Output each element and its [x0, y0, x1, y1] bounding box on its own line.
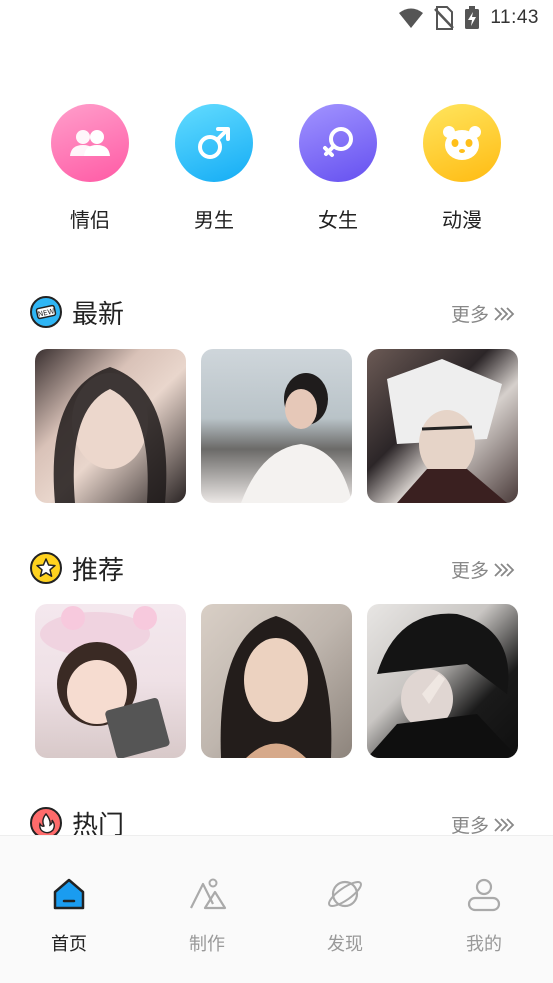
couple-icon — [51, 104, 129, 182]
category-label: 情侣 — [70, 208, 110, 232]
double-chevron-right-icon — [494, 562, 515, 577]
home-icon — [53, 878, 85, 910]
tab-create[interactable]: 制作 — [157, 874, 257, 956]
more-label: 更多 — [450, 560, 489, 582]
category-couple[interactable]: 情侣 — [35, 104, 145, 233]
star-icon — [30, 552, 62, 584]
section-title: 最新 — [72, 300, 125, 330]
avatar-thumbnail[interactable] — [201, 349, 352, 503]
tab-label: 我的 — [466, 934, 502, 955]
avatar-thumbnail[interactable] — [201, 604, 352, 758]
more-link[interactable]: 更多 — [451, 300, 515, 327]
more-link[interactable]: 更多 — [451, 556, 515, 583]
recommend-thumbnail-row — [35, 604, 519, 758]
latest-thumbnail-row — [35, 349, 519, 503]
tab-label: 制作 — [189, 934, 225, 955]
more-label: 更多 — [450, 304, 489, 326]
bottom-tab-bar: 首页 制作 发现 我的 — [0, 835, 553, 983]
avatar-thumbnail[interactable] — [35, 604, 186, 758]
section-recommend-header: 推荐 更多 — [0, 548, 553, 588]
user-icon — [467, 878, 501, 912]
male-icon — [175, 104, 253, 182]
female-icon — [299, 104, 377, 182]
category-label: 男生 — [194, 208, 234, 232]
more-label: 更多 — [450, 815, 489, 837]
no-sim-icon — [434, 6, 455, 30]
planet-icon — [328, 880, 362, 908]
category-label: 动漫 — [442, 208, 482, 232]
avatar-thumbnail[interactable] — [367, 604, 518, 758]
status-bar: 11:43 — [0, 0, 553, 40]
category-grid: 情侣 男生 女生 动漫 — [0, 104, 553, 234]
category-male[interactable]: 男生 — [159, 104, 269, 233]
tab-profile[interactable]: 我的 — [434, 874, 534, 956]
section-title: 推荐 — [72, 556, 125, 586]
tab-label: 首页 — [51, 934, 87, 955]
panda-icon — [423, 104, 501, 182]
new-badge-icon: NEW — [30, 296, 62, 328]
tab-label: 发现 — [327, 934, 363, 955]
wifi-icon — [399, 8, 424, 28]
category-anime[interactable]: 动漫 — [407, 104, 517, 233]
section-latest-header: NEW 最新 更多 — [0, 292, 553, 332]
more-link[interactable]: 更多 — [451, 811, 515, 838]
tab-home[interactable]: 首页 — [19, 874, 119, 956]
battery-charging-icon — [465, 6, 480, 29]
double-chevron-right-icon — [494, 306, 515, 321]
double-chevron-right-icon — [494, 817, 515, 832]
avatar-thumbnail[interactable] — [35, 349, 186, 503]
tab-discover[interactable]: 发现 — [295, 874, 395, 956]
category-female[interactable]: 女生 — [283, 104, 393, 233]
avatar-thumbnail[interactable] — [367, 349, 518, 503]
mountain-create-icon — [190, 878, 227, 910]
status-time: 11:43 — [490, 7, 539, 28]
category-label: 女生 — [318, 208, 358, 232]
